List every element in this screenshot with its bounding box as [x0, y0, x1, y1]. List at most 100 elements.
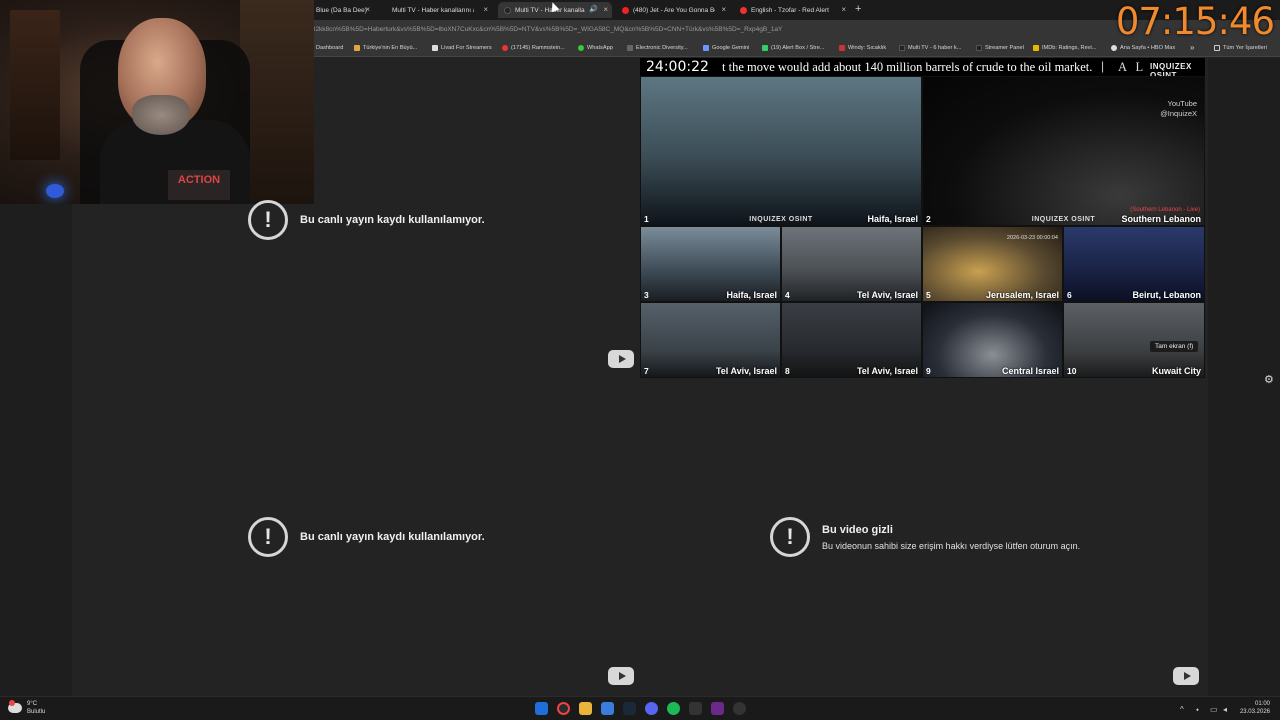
cam-tile: 7 Tel Aviv, Israel: [640, 302, 781, 378]
youtube-icon: [502, 45, 508, 51]
whatsapp-icon: [578, 45, 584, 51]
play-icon: [1183, 672, 1191, 680]
close-icon[interactable]: ×: [365, 5, 370, 14]
discord-icon[interactable]: [645, 702, 658, 715]
volume-icon[interactable]: ◂: [1223, 705, 1227, 714]
fullscreen-tooltip: Tam ekran (f): [1150, 341, 1199, 352]
close-icon[interactable]: ×: [603, 5, 608, 14]
webcam-window: [240, 0, 314, 204]
close-icon[interactable]: ×: [483, 5, 488, 14]
ticker-text: t the move would add about 140 million b…: [722, 60, 1093, 74]
url-field[interactable]: l2kk8cn%5B%5D=Haberturk&vs%5B%5D=lboXN7C…: [314, 26, 782, 33]
system-clock[interactable]: 01:00 23.03.2026: [1240, 700, 1270, 716]
speaker-icon[interactable]: 🔊: [589, 5, 598, 13]
cam-tile: 2026-03-23 00:00:04 5 Jerusalem, Israel: [922, 226, 1063, 302]
all-bookmarks-button[interactable]: Tüm Yer İşaretleri: [1214, 45, 1267, 51]
cam-tile: 6 Beirut, Lebanon: [1063, 226, 1205, 302]
play-icon: [618, 355, 626, 363]
spotify-icon[interactable]: [667, 702, 680, 715]
cam-tile: 4 Tel Aviv, Israel: [781, 226, 922, 302]
bookmark-icon: [976, 45, 982, 51]
tab-blue[interactable]: Blue (Da Ba Dee) ×: [310, 2, 374, 18]
network-icon[interactable]: ▭: [1210, 705, 1218, 714]
webcam-person-beard: [132, 95, 190, 135]
bookmark-item[interactable]: Windy: Sıcaklık: [839, 45, 886, 51]
bookmark-item[interactable]: Google Gemini: [703, 45, 749, 51]
cam-tile: 8 Tel Aviv, Israel: [781, 302, 922, 378]
youtube-play-button[interactable]: [1173, 667, 1199, 685]
youtube-play-button[interactable]: [608, 350, 634, 368]
cam-tile: YouTube @InquizeX (Southern Lebanon - Liv…: [922, 76, 1205, 226]
cloud-icon: [8, 700, 22, 713]
webcam-shirt-print: ACTION: [168, 170, 230, 200]
close-icon[interactable]: ×: [721, 5, 726, 14]
file-explorer-icon[interactable]: [579, 702, 592, 715]
obs-icon[interactable]: [733, 702, 746, 715]
private-video-title: Bu video gizli: [822, 523, 893, 536]
player-top-left[interactable]: ! Bu canlı yayın kaydı kullanılamıyor.: [248, 200, 485, 240]
warning-icon: !: [248, 200, 288, 240]
bookmark-icon: [432, 45, 438, 51]
multitv-favicon-icon: [504, 6, 511, 14]
bookmark-item[interactable]: Dashboard: [316, 45, 343, 51]
weather-widget[interactable]: 9°C Bulutlu: [8, 700, 45, 716]
folder-icon: [1214, 45, 1220, 51]
ticker-logo-text: A L: [1118, 60, 1147, 74]
cam-tile: 9 Central Israel: [922, 302, 1063, 378]
ticker-separator: |: [1101, 59, 1105, 73]
play-icon: [618, 672, 626, 680]
alert-favicon-icon: [740, 6, 747, 14]
bookmark-icon: [627, 45, 633, 51]
webcam-overlay: ACTION: [0, 0, 314, 204]
bookmark-item[interactable]: IMDb: Ratings, Revi...: [1033, 45, 1096, 51]
tray-chevron-icon[interactable]: ^: [1180, 705, 1184, 714]
tab-multitv-1[interactable]: Multi TV - Haber kanallarını aynı anda i…: [386, 2, 492, 18]
bookmark-icon: [762, 45, 768, 51]
bookmark-item[interactable]: Ana Sayfa • HBO Max: [1111, 45, 1175, 51]
private-video-subtitle: Bu videonun sahibi size erişim hakkı ver…: [822, 540, 1081, 551]
news-ticker: 24:00:22 t the move would add about 140 …: [640, 58, 1205, 80]
stream-clock: 07:15:46: [1115, 0, 1275, 43]
bookmark-icon: [899, 45, 905, 51]
screen: Blue (Da Ba Dee) × Multi TV - Haber kana…: [0, 0, 1280, 720]
bookmark-icon: [1111, 45, 1117, 51]
tab-tzofar[interactable]: English - Tzofar - Red Alert ×: [734, 2, 850, 18]
windows-start-icon[interactable]: [535, 702, 548, 715]
bookmark-item[interactable]: WhatsApp: [578, 45, 613, 51]
unavailable-message: Bu canlı yayın kaydı kullanılamıyor.: [300, 214, 485, 226]
cam-tile: 10 Kuwait City: [1063, 302, 1205, 378]
video-wall-player[interactable]: 24:00:22 t the move would add about 140 …: [640, 58, 1205, 378]
cam-tile: INQUIZEX OSINT 1 Haifa, Israel: [640, 76, 922, 226]
webcam-blue-light: [46, 184, 64, 198]
bookmark-item[interactable]: (17145) Rammstein...: [502, 45, 565, 51]
kick-icon[interactable]: [711, 702, 724, 715]
youtube-tag: YouTube @InquizeX: [1160, 99, 1197, 118]
new-tab-button[interactable]: +: [855, 3, 861, 15]
microphone-icon[interactable]: ⬩: [1196, 705, 1199, 715]
epic-games-icon[interactable]: [689, 702, 702, 715]
bookmark-item[interactable]: (19) Alert Box / Stre...: [762, 45, 824, 51]
gemini-icon: [703, 45, 709, 51]
bookmark-item[interactable]: Multi TV - 6 haber k...: [899, 45, 961, 51]
bookmark-item[interactable]: Streamer Panel: [976, 45, 1024, 51]
player-bottom-left[interactable]: ! Bu canlı yayın kaydı kullanılamıyor.: [248, 517, 485, 557]
settings-icon[interactable]: ⚙: [1264, 373, 1274, 386]
bookmark-icon: [354, 45, 360, 51]
youtube-play-button[interactable]: [608, 667, 634, 685]
store-icon[interactable]: [601, 702, 614, 715]
bookmark-item[interactable]: Electronic Diversity...: [627, 45, 688, 51]
close-icon[interactable]: ×: [841, 5, 846, 14]
bookmark-item[interactable]: Türkiye'nin En Büyü...: [354, 45, 417, 51]
cam-tile: 3 Haifa, Israel: [640, 226, 781, 302]
bookmark-item[interactable]: Livad For Streamers: [432, 45, 492, 51]
taskbar: 9°C Bulutlu ^ ⬩ ▭ ◂ 01:00 23.03.2026: [0, 696, 1280, 720]
steam-icon[interactable]: [623, 702, 636, 715]
tab-jet[interactable]: (480) Jet - Are You Gonna Be My Girl ×: [616, 2, 730, 18]
warning-icon: !: [770, 517, 810, 557]
chrome-icon[interactable]: [557, 702, 570, 715]
webcam-shelf: [10, 10, 60, 160]
player-bottom-right[interactable]: ! Bu video gizli Bu videonun sahibi size…: [770, 517, 1080, 557]
imdb-icon: [1033, 45, 1039, 51]
unavailable-message: Bu canlı yayın kaydı kullanılamıyor.: [300, 531, 485, 543]
bookmarks-more-button[interactable]: »: [1190, 43, 1194, 52]
